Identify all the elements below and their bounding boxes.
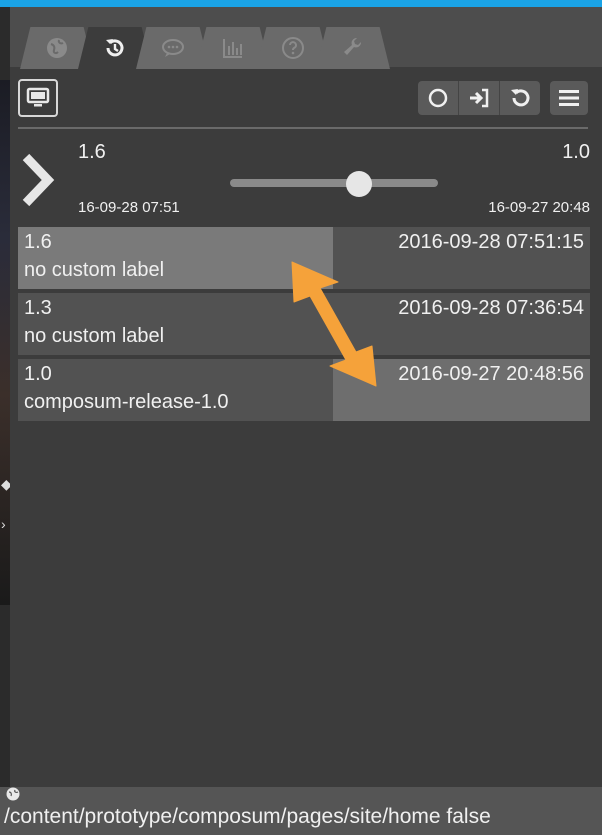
globe-icon xyxy=(6,787,20,801)
version-label: composum-release-1.0 xyxy=(24,391,229,413)
comment-icon xyxy=(162,39,184,57)
help-icon xyxy=(282,37,304,59)
version-compare-bar: 1.6 1.0 16-09-28 07:51 16-09-27 20:48 xyxy=(10,135,602,225)
history-icon xyxy=(106,39,124,57)
monitor-icon xyxy=(26,87,50,107)
view-mode-button[interactable] xyxy=(18,79,58,117)
bar-chart-icon xyxy=(223,39,242,58)
compare-right-version: 1.0 xyxy=(562,141,590,163)
compare-left-date: 16-09-28 07:51 xyxy=(78,199,180,216)
version-timestamp: 2016-09-28 07:51:15 xyxy=(398,231,584,253)
checkout-button[interactable] xyxy=(459,81,500,115)
undo-icon xyxy=(511,89,530,107)
version-label: no custom label xyxy=(24,325,165,347)
wrench-icon xyxy=(344,37,362,55)
swap-arrows-icon xyxy=(291,261,377,387)
toolbar xyxy=(10,67,602,129)
version-number: 1.6 xyxy=(24,231,52,253)
action-button-group xyxy=(418,81,540,115)
status-footer: /content/prototype/composum/pages/site/h… xyxy=(0,787,602,835)
version-timestamp: 2016-09-28 07:36:54 xyxy=(398,297,584,319)
top-accent-strip xyxy=(0,0,602,7)
version-number: 1.3 xyxy=(24,297,52,319)
compare-slider-track[interactable] xyxy=(230,179,438,187)
release-button[interactable] xyxy=(418,81,459,115)
compare-left-version: 1.6 xyxy=(78,141,106,163)
tab-bar xyxy=(10,7,602,69)
compare-slider-handle[interactable] xyxy=(346,171,372,197)
version-label: no custom label xyxy=(24,259,165,281)
sign-in-icon xyxy=(470,88,489,108)
globe-icon xyxy=(47,38,67,58)
restore-button[interactable] xyxy=(500,81,540,115)
chevron-right-icon[interactable] xyxy=(18,151,58,209)
menu-button[interactable] xyxy=(550,81,588,115)
versions-panel: 1.6 1.0 16-09-28 07:51 16-09-27 20:48 1.… xyxy=(10,7,602,787)
resource-path: /content/prototype/composum/pages/site/h… xyxy=(4,805,491,828)
circle-icon xyxy=(428,88,448,108)
compare-right-date: 16-09-27 20:48 xyxy=(488,199,590,216)
menu-icon xyxy=(559,90,579,106)
toolbar-divider xyxy=(18,127,588,129)
version-timestamp: 2016-09-27 20:48:56 xyxy=(398,363,584,385)
chevron-small-icon: › xyxy=(1,516,6,532)
version-number: 1.0 xyxy=(24,363,52,385)
tab-tools[interactable] xyxy=(316,27,390,69)
